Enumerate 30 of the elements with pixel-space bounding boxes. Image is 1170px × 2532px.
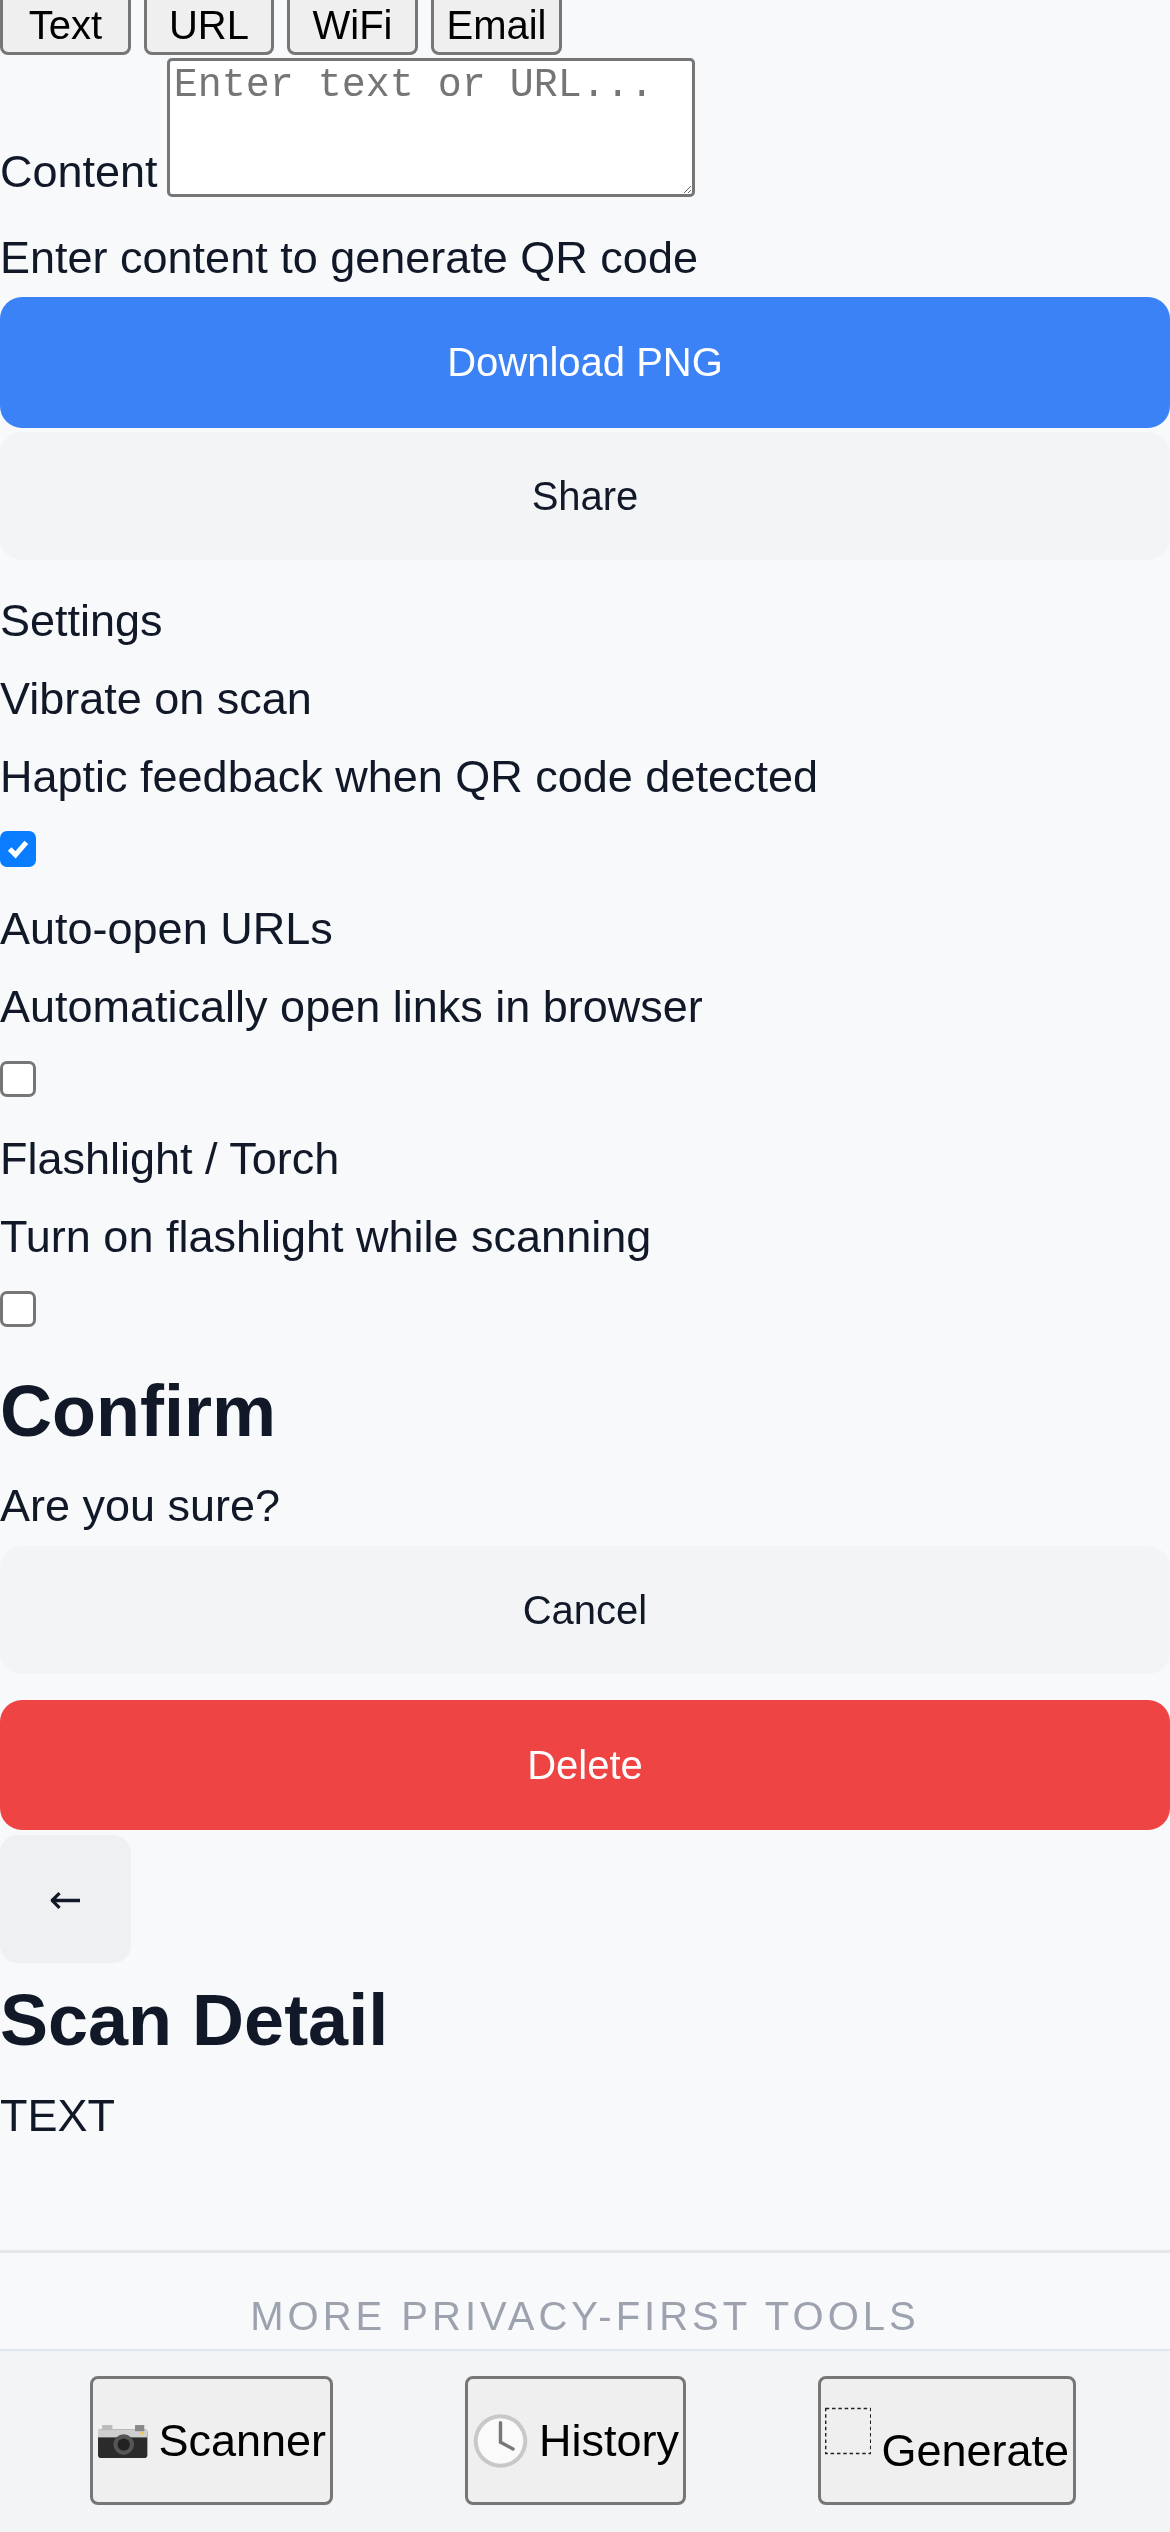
type-tab[interactable]: URL: [144, 0, 274, 55]
cancel-button[interactable]: Cancel: [0, 1546, 1170, 1674]
section-heading: MORE PRIVACY-FIRST TOOLS: [249, 2293, 921, 2340]
type-tab[interactable]: Text: [0, 0, 131, 55]
type-tab[interactable]: WiFi: [287, 0, 418, 55]
setting-description: Turn on flashlight while scanning: [0, 1210, 653, 1264]
confirm-message: Are you sure?: [0, 1479, 282, 1533]
share-button[interactable]: Share: [0, 432, 1170, 560]
settings-title: Settings: [0, 594, 164, 648]
setting-checkbox[interactable]: [0, 1291, 36, 1327]
setting-description: Haptic feedback when QR code detected: [0, 750, 819, 804]
nav-button[interactable]: History: [465, 2376, 686, 2505]
setting-checkbox[interactable]: [0, 831, 36, 867]
setting-label: Auto-open URLs: [0, 902, 334, 956]
hint-text: Enter content to generate QR code: [0, 231, 699, 285]
back-button[interactable]: ←: [0, 1835, 131, 1963]
setting-description: Automatically open links in browser: [0, 980, 704, 1034]
type-tab[interactable]: Email: [431, 0, 562, 55]
confirm-title: Confirm: [0, 1370, 277, 1453]
download-button[interactable]: Download PNG: [0, 297, 1170, 428]
setting-checkbox[interactable]: [0, 1061, 36, 1097]
scan-type: TEXT: [0, 2089, 116, 2143]
scan-detail-title: Scan Detail: [0, 1979, 390, 2062]
nav-button[interactable]: Scanner: [90, 2376, 333, 2505]
nav-button[interactable]: Generate: [818, 2376, 1076, 2505]
content-input-field[interactable]: Enter text or URL...: [166, 58, 695, 197]
delete-button[interactable]: Delete: [0, 1700, 1170, 1830]
setting-label: Flashlight / Torch: [0, 1132, 341, 1186]
content-label: Content: [0, 147, 158, 197]
setting-label: Vibrate on scan: [0, 672, 313, 726]
